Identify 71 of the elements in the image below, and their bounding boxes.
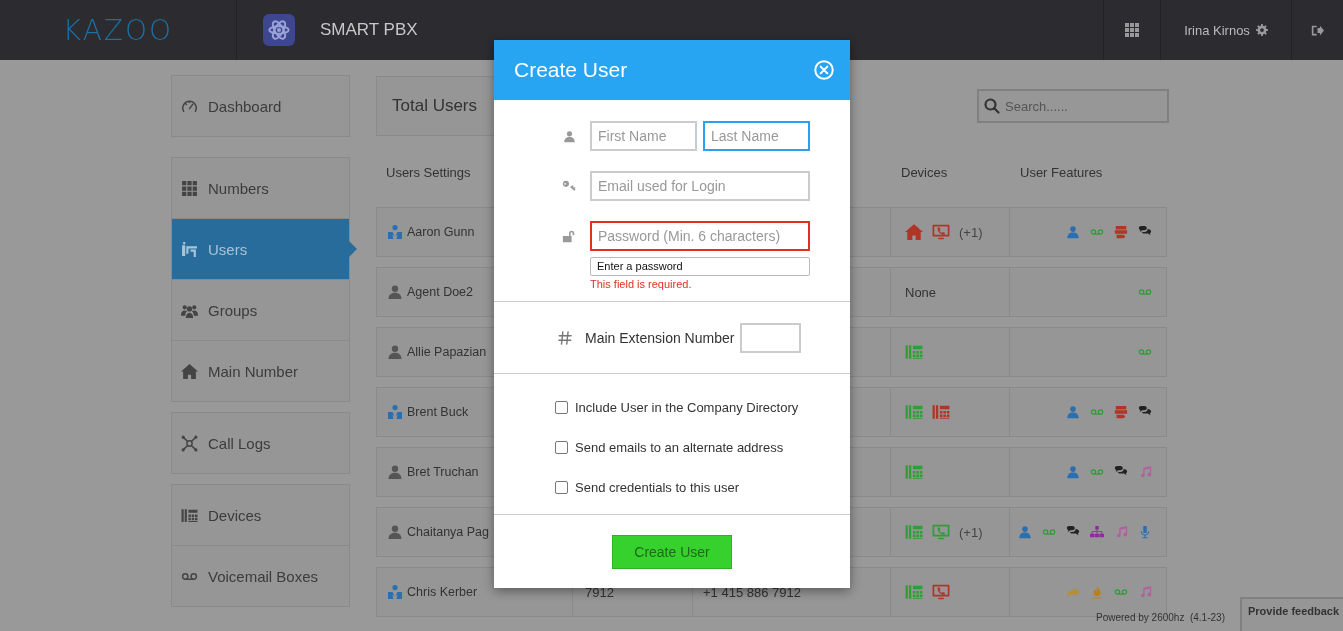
more-devices-count: (+1)	[959, 524, 983, 540]
nav-item[interactable]: Groups	[172, 279, 349, 340]
checkbox[interactable]	[555, 401, 568, 414]
microphone-icon	[1138, 525, 1152, 539]
person-with-tie-icon	[387, 404, 403, 420]
selection-pointer	[349, 241, 357, 257]
keypad-icon	[181, 179, 198, 197]
kazoo-logo: KAZOO	[62, 13, 174, 47]
search-icon	[984, 98, 1000, 114]
org-chart-icon	[1090, 525, 1104, 539]
checkbox-label: Send credentials to this user	[575, 480, 740, 495]
person-icon	[1066, 225, 1080, 239]
column-header: User Features	[1020, 164, 1103, 180]
powered-by-text: Powered by 2600hz (4.1-23)	[1096, 612, 1225, 623]
person-icon	[563, 129, 576, 143]
checkbox-label: Send emails to an alternate address	[575, 440, 784, 455]
nav-item[interactable]: Devices	[172, 485, 349, 545]
validation-error: This field is required.	[590, 278, 693, 290]
close-icon[interactable]	[814, 60, 834, 80]
extension-label: Main Extension Number	[585, 329, 735, 346]
nav-item[interactable]: Numbers	[172, 158, 349, 218]
more-devices-count: (+1)	[959, 224, 983, 240]
fax-icon	[1114, 225, 1128, 239]
nav-item[interactable]: Voicemail Boxes	[172, 545, 349, 606]
column-header: Devices	[901, 164, 948, 180]
nav-item[interactable]: Main Number	[172, 340, 349, 401]
music-note-icon	[1138, 585, 1152, 599]
logout-icon	[1311, 23, 1324, 37]
person-icon	[387, 524, 403, 540]
desk-phone-icon	[181, 506, 198, 524]
person-with-tie-icon	[387, 224, 403, 240]
nav-item[interactable]: Dashboard	[172, 76, 349, 136]
person-icon	[387, 464, 403, 480]
search-field[interactable]: Search......	[977, 89, 1169, 123]
no-devices-text: None	[905, 284, 937, 300]
person-icon	[387, 344, 403, 360]
email-field[interactable]: Email used for Login	[590, 171, 810, 201]
create-user-button[interactable]: Create User	[612, 535, 732, 569]
forward-arrow-icon	[1066, 585, 1080, 599]
person-with-tie-icon	[387, 584, 403, 600]
feedback-button[interactable]: Provide feedback	[1240, 597, 1343, 631]
total-users-label: Total Users	[392, 96, 478, 116]
hash-icon	[558, 330, 572, 345]
fax-icon	[1114, 405, 1128, 419]
password-hint-tooltip: Enter a password	[590, 257, 810, 276]
column-header: Users Settings	[386, 164, 471, 180]
checkbox[interactable]	[555, 481, 568, 494]
checkbox-label: Include User in the Company Directory	[575, 400, 799, 415]
nav-item[interactable]: Call Logs	[172, 413, 349, 473]
checkbox[interactable]	[555, 441, 568, 454]
settings-icon	[1255, 24, 1268, 36]
person-icon	[1066, 465, 1080, 479]
person-icon	[1018, 525, 1032, 539]
flame-icon	[1090, 585, 1104, 599]
users-icon	[181, 240, 198, 258]
dialog-title: Create User	[514, 58, 628, 82]
name-field[interactable]: Last Name	[703, 121, 810, 151]
name-field[interactable]: First Name	[590, 121, 697, 151]
person-icon	[1066, 405, 1080, 419]
password-field[interactable]: Password (Min. 6 characters)	[590, 221, 810, 251]
music-note-icon	[1138, 465, 1152, 479]
house-icon	[181, 362, 198, 380]
app-title: SMART PBX	[320, 20, 418, 40]
key-icon	[562, 179, 576, 193]
network-icon	[181, 434, 198, 452]
unlocked-padlock-icon	[562, 229, 576, 243]
extension-field[interactable]	[740, 322, 802, 353]
app-grid-icon	[1124, 22, 1140, 38]
music-note-icon	[1114, 525, 1128, 539]
person-icon	[387, 284, 403, 300]
user-menu-button[interactable]: Irina Kirnos	[1160, 0, 1291, 60]
